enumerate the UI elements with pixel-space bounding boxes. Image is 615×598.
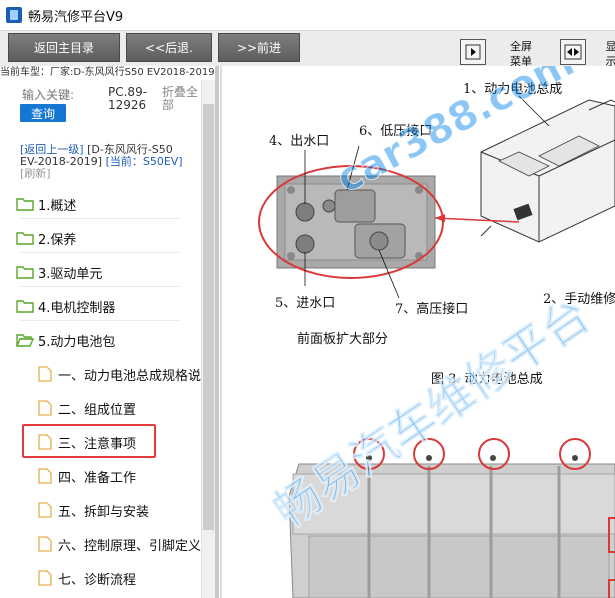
page-icon <box>38 536 52 552</box>
restore-icon[interactable] <box>560 39 586 65</box>
fullscreen-icon[interactable] <box>460 39 486 65</box>
callout-water-inlet: 5、进水口 <box>275 296 336 311</box>
home-button[interactable]: 返回主目录 <box>8 33 120 62</box>
callout-water-outlet: 4、出水口 <box>269 134 330 149</box>
breadcrumb-current: [当前：S50EV] <box>105 155 183 168</box>
refresh-link[interactable]: [刷新] <box>20 167 51 180</box>
fullscreen-menu-label[interactable]: 全屏 菜单 <box>506 39 536 69</box>
search-button[interactable]: 查询 <box>20 104 66 122</box>
search-input[interactable]: 输入关键: <box>22 86 74 103</box>
tree-item-label: 5.动力电池包 <box>38 334 116 350</box>
page-icon <box>38 570 52 586</box>
sub-item-label: 七、诊断流程 <box>58 572 137 588</box>
page-icon <box>38 400 52 416</box>
forward-button[interactable]: >>前进 <box>218 33 300 62</box>
tree-item-label: 4.电机控制器 <box>38 300 116 316</box>
sub-item-label: 一、动力电池总成规格说明 <box>58 368 215 384</box>
fullscreen-label-line1: 全屏 <box>510 40 532 53</box>
scroll-thumb[interactable] <box>203 104 214 530</box>
sub-item-spec[interactable]: 一、动力电池总成规格说明 <box>38 362 218 386</box>
callout-high-voltage: 7、高压接口 <box>395 302 469 317</box>
left-panel: 输入关键: 查询 PC.89-12926 折叠全部 [返回上一级] [D-东风风… <box>0 80 215 598</box>
folder-icon <box>16 198 34 211</box>
tree-item-drive-unit[interactable]: 3.驱动单元 <box>16 260 201 284</box>
sub-item-label: 五、拆卸与安装 <box>58 504 150 520</box>
sub-item-control-principle[interactable]: 六、控制原理、引脚定义 <box>38 532 218 556</box>
divider <box>20 252 180 253</box>
page-icon <box>38 468 52 484</box>
divider <box>20 218 180 219</box>
toolbar: 返回主目录 <<后退. >>前进 全屏 菜单 显 示 <box>0 30 615 69</box>
sub-item-label: 二、组成位置 <box>58 402 137 418</box>
document-viewer: 1、动力电池总成 4、出水口 6、低压接口 5、进水口 7、高压接口 2、手动维… <box>219 66 615 598</box>
divider <box>20 320 180 321</box>
restore-label-line1: 显 <box>605 40 615 53</box>
back-button[interactable]: <<后退. <box>126 33 212 62</box>
sub-item-diagnosis[interactable]: 七、诊断流程 <box>38 566 218 590</box>
tree-item-label: 3.驱动单元 <box>38 266 103 282</box>
sub-item-label: 四、准备工作 <box>58 470 137 486</box>
tree-item-battery-pack[interactable]: 5.动力电池包 <box>16 328 201 352</box>
sub-item-removal[interactable]: 五、拆卸与安装 <box>38 498 218 522</box>
tree-item-label: 2.保养 <box>38 232 77 248</box>
folder-icon <box>16 266 34 279</box>
sub-item-preparation[interactable]: 四、准备工作 <box>38 464 218 488</box>
title-bar: 畅易汽修平台V9 <box>0 0 615 30</box>
current-vehicle: 当前车型：厂家:D-东风风行S50 EV2018-2019 <box>0 67 215 78</box>
sub-item-location[interactable]: 二、组成位置 <box>38 396 218 420</box>
fold-all-link[interactable]: 折叠全部 <box>162 86 202 112</box>
folder-open-icon <box>16 334 34 347</box>
left-panel-scrollbar[interactable] <box>201 80 215 598</box>
tree-item-overview[interactable]: 1.概述 <box>16 192 201 216</box>
sub-item-label: 六、控制原理、引脚定义 <box>58 538 202 554</box>
search-area: 输入关键: 查询 PC.89-12926 折叠全部 <box>20 84 200 124</box>
tree-item-maintenance[interactable]: 2.保养 <box>16 226 201 250</box>
window-title: 畅易汽修平台V9 <box>28 9 124 25</box>
page-icon <box>38 502 52 518</box>
restore-label[interactable]: 显 示 <box>604 39 615 69</box>
selected-item-highlight <box>22 424 156 458</box>
tree-item-label: 1.概述 <box>38 198 77 214</box>
breadcrumb: [返回上一级] [D-东风风行-S50 EV-2018-2019] [当前：S5… <box>20 144 190 180</box>
folder-icon <box>16 300 34 313</box>
pc-code: PC.89-12926 <box>108 85 148 112</box>
app-logo-icon <box>6 7 22 23</box>
page-icon <box>38 366 52 382</box>
caption-front-panel: 前面板扩大部分 <box>297 332 389 347</box>
folder-icon <box>16 232 34 245</box>
divider <box>20 286 180 287</box>
tree-item-motor-controller[interactable]: 4.电机控制器 <box>16 294 201 318</box>
